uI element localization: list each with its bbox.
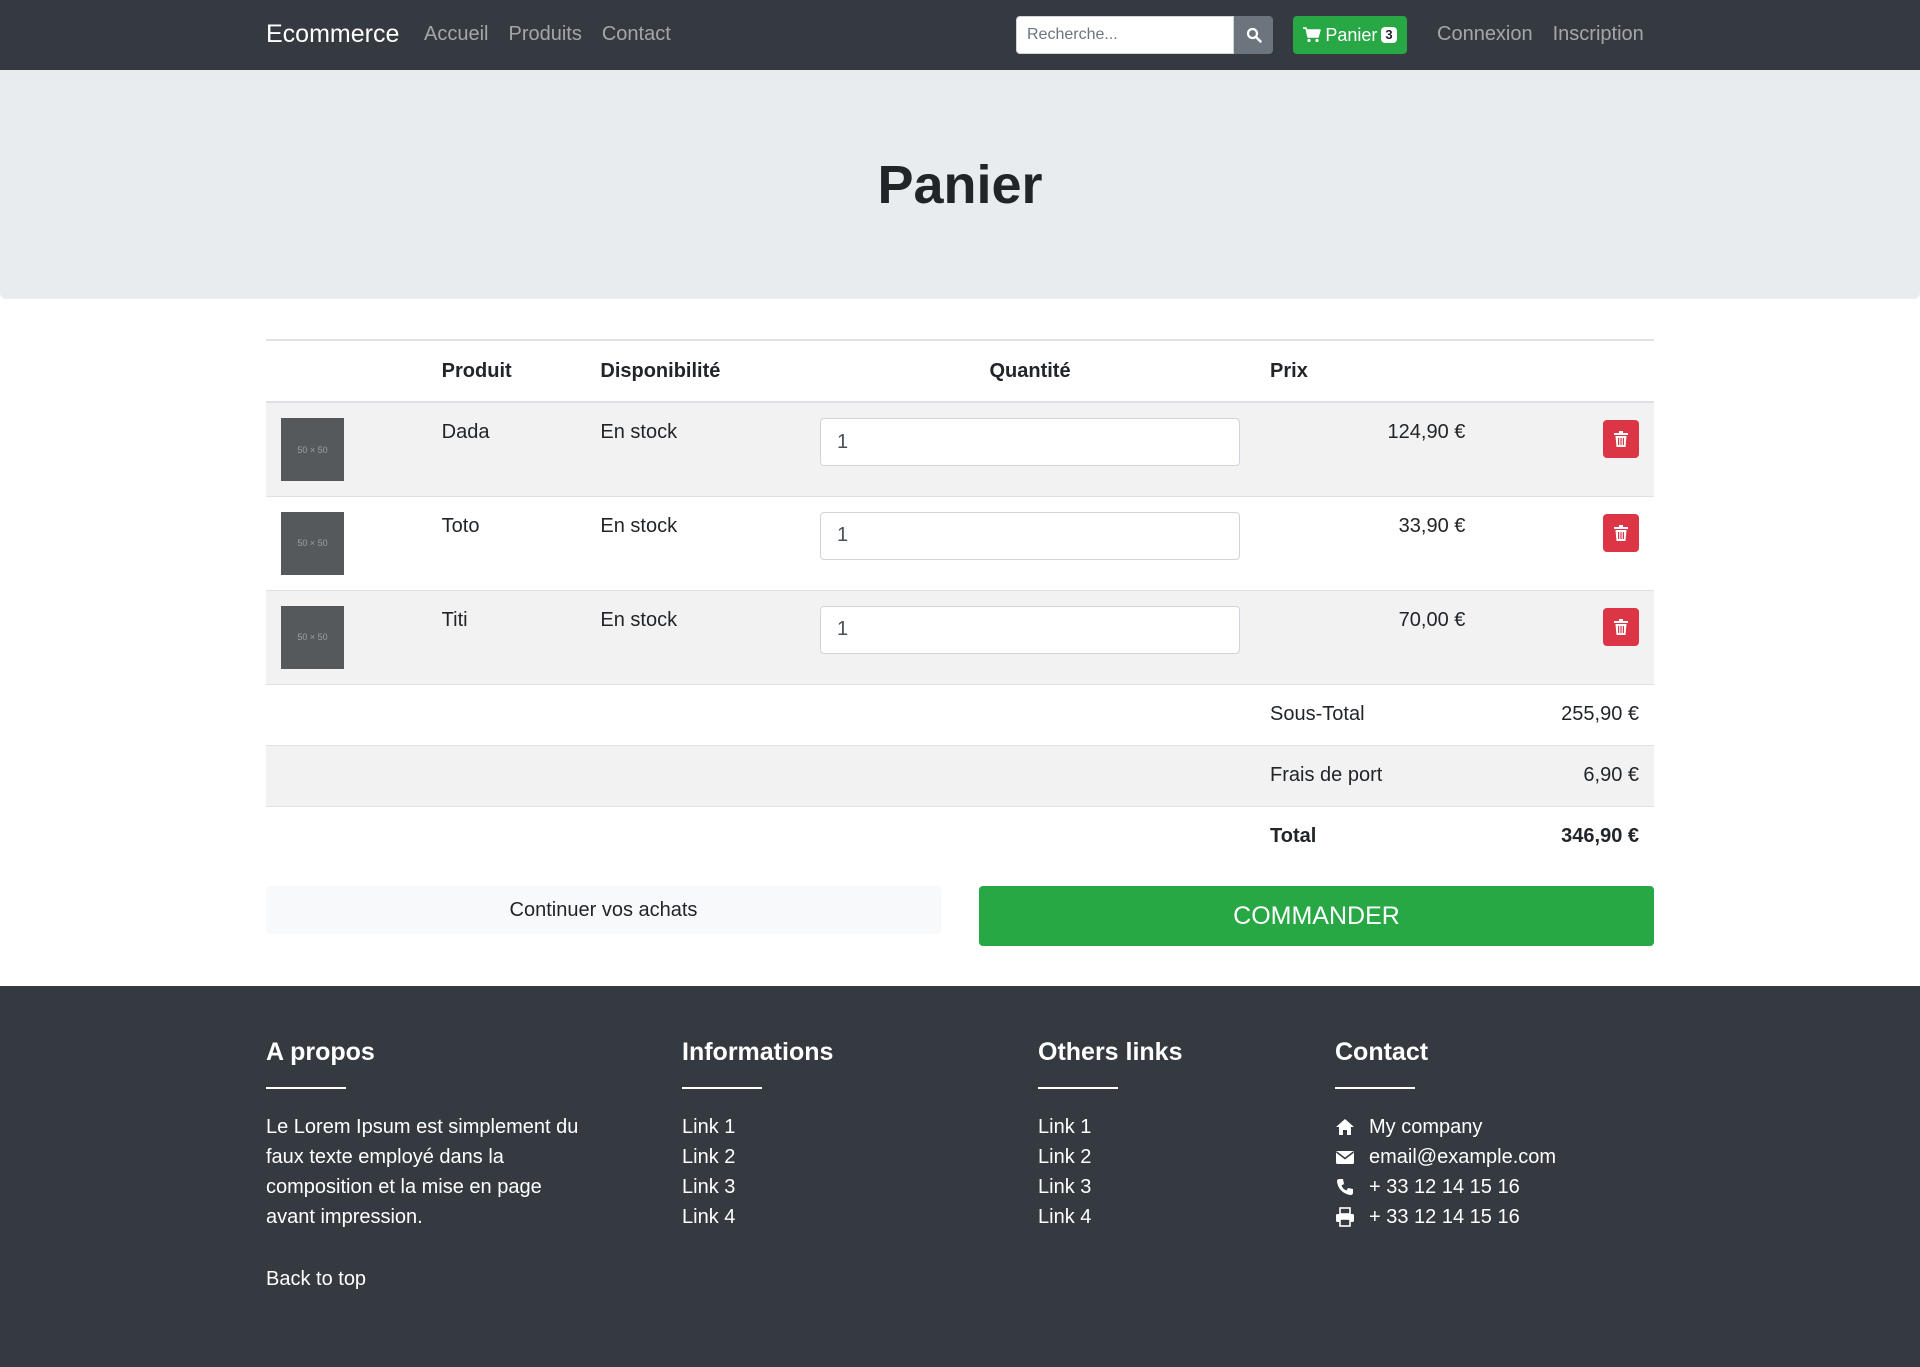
product-name: Dada (441, 421, 490, 443)
footer-contact-title: Contact (1335, 1038, 1429, 1066)
signup-link[interactable]: Inscription (1553, 23, 1644, 46)
header-actions (1480, 340, 1654, 402)
cart-label: Panier (1325, 24, 1378, 45)
footer-others-link-3[interactable]: Link 3 (1038, 1176, 1091, 1198)
product-thumbnail: 50 × 50 (281, 605, 344, 669)
auth-nav: Connexion Inscription (1437, 23, 1644, 46)
shopping-cart-icon (1303, 27, 1322, 43)
contact-email: email@example.com (1369, 1146, 1557, 1168)
footer-others-link-4[interactable]: Link 4 (1038, 1206, 1091, 1228)
print-icon (1336, 1207, 1354, 1227)
nav-link-produits[interactable]: Produits (508, 23, 581, 46)
product-name: Toto (441, 514, 480, 537)
shipping-label: Frais de port (1270, 764, 1383, 786)
footer-info-link-4[interactable]: Link 4 (682, 1206, 735, 1228)
divider (682, 1087, 762, 1089)
cart-button[interactable]: Panier 3 (1293, 16, 1407, 54)
back-to-top-link[interactable]: Back to top (266, 1268, 366, 1291)
brand-logo[interactable]: Ecommerce (266, 20, 399, 49)
footer-others-link-2[interactable]: Link 2 (1038, 1146, 1091, 1168)
quantity-input[interactable] (820, 418, 1241, 466)
header-product: Produit (441, 359, 512, 382)
continue-shopping-button[interactable]: Continuer vos achats (266, 886, 941, 934)
footer-info-link-3[interactable]: Link 3 (682, 1176, 735, 1198)
product-price: 124,90 € (1387, 421, 1466, 443)
product-thumbnail: 50 × 50 (281, 418, 344, 481)
main-nav: Accueil Produits Contact (424, 23, 671, 46)
table-row: 50 × 50 Dada En stock 124,90 € (266, 402, 1654, 496)
total-value: 346,90 € (1561, 825, 1639, 848)
contact-company: My company (1369, 1116, 1483, 1138)
total-label: Total (1270, 825, 1317, 848)
shipping-value: 6,90 € (1583, 764, 1639, 786)
checkout-button[interactable]: COMMANDER (979, 886, 1654, 946)
trash-icon (1614, 618, 1628, 635)
search-button[interactable] (1234, 16, 1273, 54)
footer-about: A propos Le Lorem Ipsum est simplement d… (266, 1038, 596, 1232)
cart-count-badge: 3 (1381, 27, 1397, 43)
cart-actions: Continuer vos achats COMMANDER (266, 886, 1654, 946)
footer-about-title: A propos (266, 1038, 375, 1066)
product-name: Titi (441, 608, 468, 631)
footer-others-link-1[interactable]: Link 1 (1038, 1116, 1091, 1138)
product-availability: En stock (600, 514, 678, 537)
cart-table: Produit Disponibilité Quantité Prix 50 ×… (266, 339, 1654, 867)
divider (266, 1087, 346, 1089)
table-row: 50 × 50 Toto En stock 33,90 € (266, 496, 1654, 590)
trash-icon (1614, 431, 1628, 447)
search-icon (1246, 27, 1262, 43)
divider (1038, 1087, 1118, 1089)
header-price: Prix (1270, 359, 1308, 382)
home-icon (1336, 1119, 1354, 1135)
remove-item-button[interactable] (1603, 513, 1639, 552)
total-row: Total 346,90 € (266, 806, 1654, 867)
footer-info-title: Informations (682, 1038, 834, 1066)
divider (1335, 1087, 1415, 1089)
nav-link-accueil[interactable]: Accueil (424, 23, 488, 46)
remove-item-button[interactable] (1603, 420, 1639, 458)
page-title: Panier (877, 154, 1043, 215)
subtotal-row: Sous-Total 255,90 € (266, 684, 1654, 745)
header-quantity: Quantité (989, 359, 1071, 382)
trash-icon (1614, 524, 1628, 541)
phone-icon (1337, 1179, 1353, 1195)
footer-about-text: Le Lorem Ipsum est simplement du faux te… (266, 1116, 579, 1228)
subtotal-label: Sous-Total (1270, 703, 1365, 725)
quantity-input[interactable] (820, 511, 1241, 560)
envelope-icon (1336, 1151, 1354, 1164)
remove-item-button[interactable] (1603, 607, 1639, 646)
product-price: 70,00 € (1398, 608, 1466, 631)
footer-contact: Contact My company email@example.com + 3… (1335, 1038, 1556, 1232)
login-link[interactable]: Connexion (1437, 23, 1533, 46)
contact-phone: + 33 12 14 15 16 (1369, 1176, 1520, 1198)
quantity-input[interactable] (820, 605, 1241, 654)
nav-link-contact[interactable]: Contact (602, 23, 671, 46)
header-image (266, 340, 427, 402)
footer-informations: Informations Link 1 Link 2 Link 3 Link 4 (682, 1038, 833, 1232)
product-price: 33,90 € (1398, 514, 1466, 537)
table-header-row: Produit Disponibilité Quantité Prix (266, 340, 1654, 402)
shipping-row: Frais de port 6,90 € (266, 745, 1654, 806)
page-header: Panier (0, 70, 1920, 299)
footer-others-title: Others links (1038, 1038, 1183, 1066)
header-availability: Disponibilité (600, 359, 721, 382)
product-availability: En stock (600, 608, 678, 631)
footer: A propos Le Lorem Ipsum est simplement d… (0, 986, 1920, 1367)
product-availability: En stock (600, 421, 678, 443)
contact-fax: + 33 12 14 15 16 (1369, 1206, 1520, 1228)
product-thumbnail: 50 × 50 (281, 511, 344, 575)
table-row: 50 × 50 Titi En stock 70,00 € (266, 590, 1654, 684)
search-input[interactable] (1016, 16, 1234, 54)
navbar: Ecommerce Accueil Produits Contact Panie… (0, 0, 1920, 70)
footer-info-link-2[interactable]: Link 2 (682, 1146, 735, 1168)
footer-others: Others links Link 1 Link 2 Link 3 Link 4 (1038, 1038, 1183, 1232)
footer-info-link-1[interactable]: Link 1 (682, 1116, 735, 1138)
subtotal-value: 255,90 € (1561, 703, 1639, 725)
